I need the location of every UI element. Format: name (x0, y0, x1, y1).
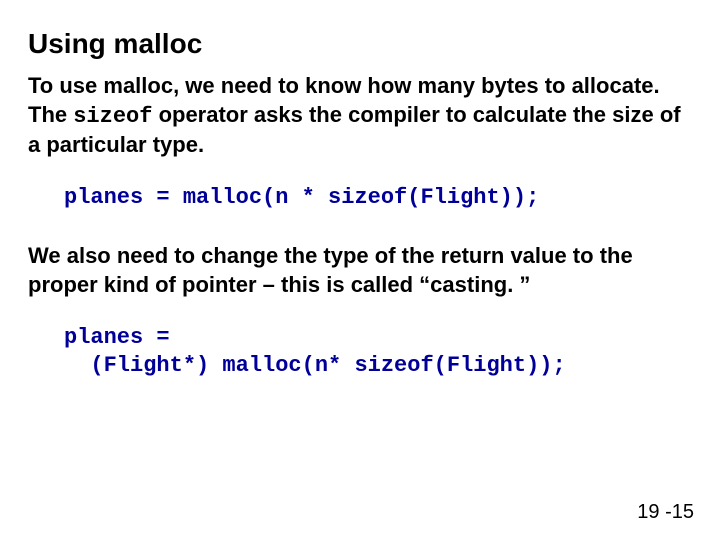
slide: Using malloc To use malloc, we need to k… (0, 0, 720, 540)
paragraph-2: We also need to change the type of the r… (28, 242, 692, 299)
slide-title: Using malloc (28, 28, 692, 60)
code-block-1: planes = malloc(n * sizeof(Flight)); (64, 184, 692, 213)
paragraph-1: To use malloc, we need to know how many … (28, 72, 692, 160)
sizeof-keyword: sizeof (73, 104, 152, 129)
page-number: 19 -15 (637, 501, 694, 524)
code-block-2: planes = (Flight*) malloc(n* sizeof(Flig… (64, 324, 692, 381)
